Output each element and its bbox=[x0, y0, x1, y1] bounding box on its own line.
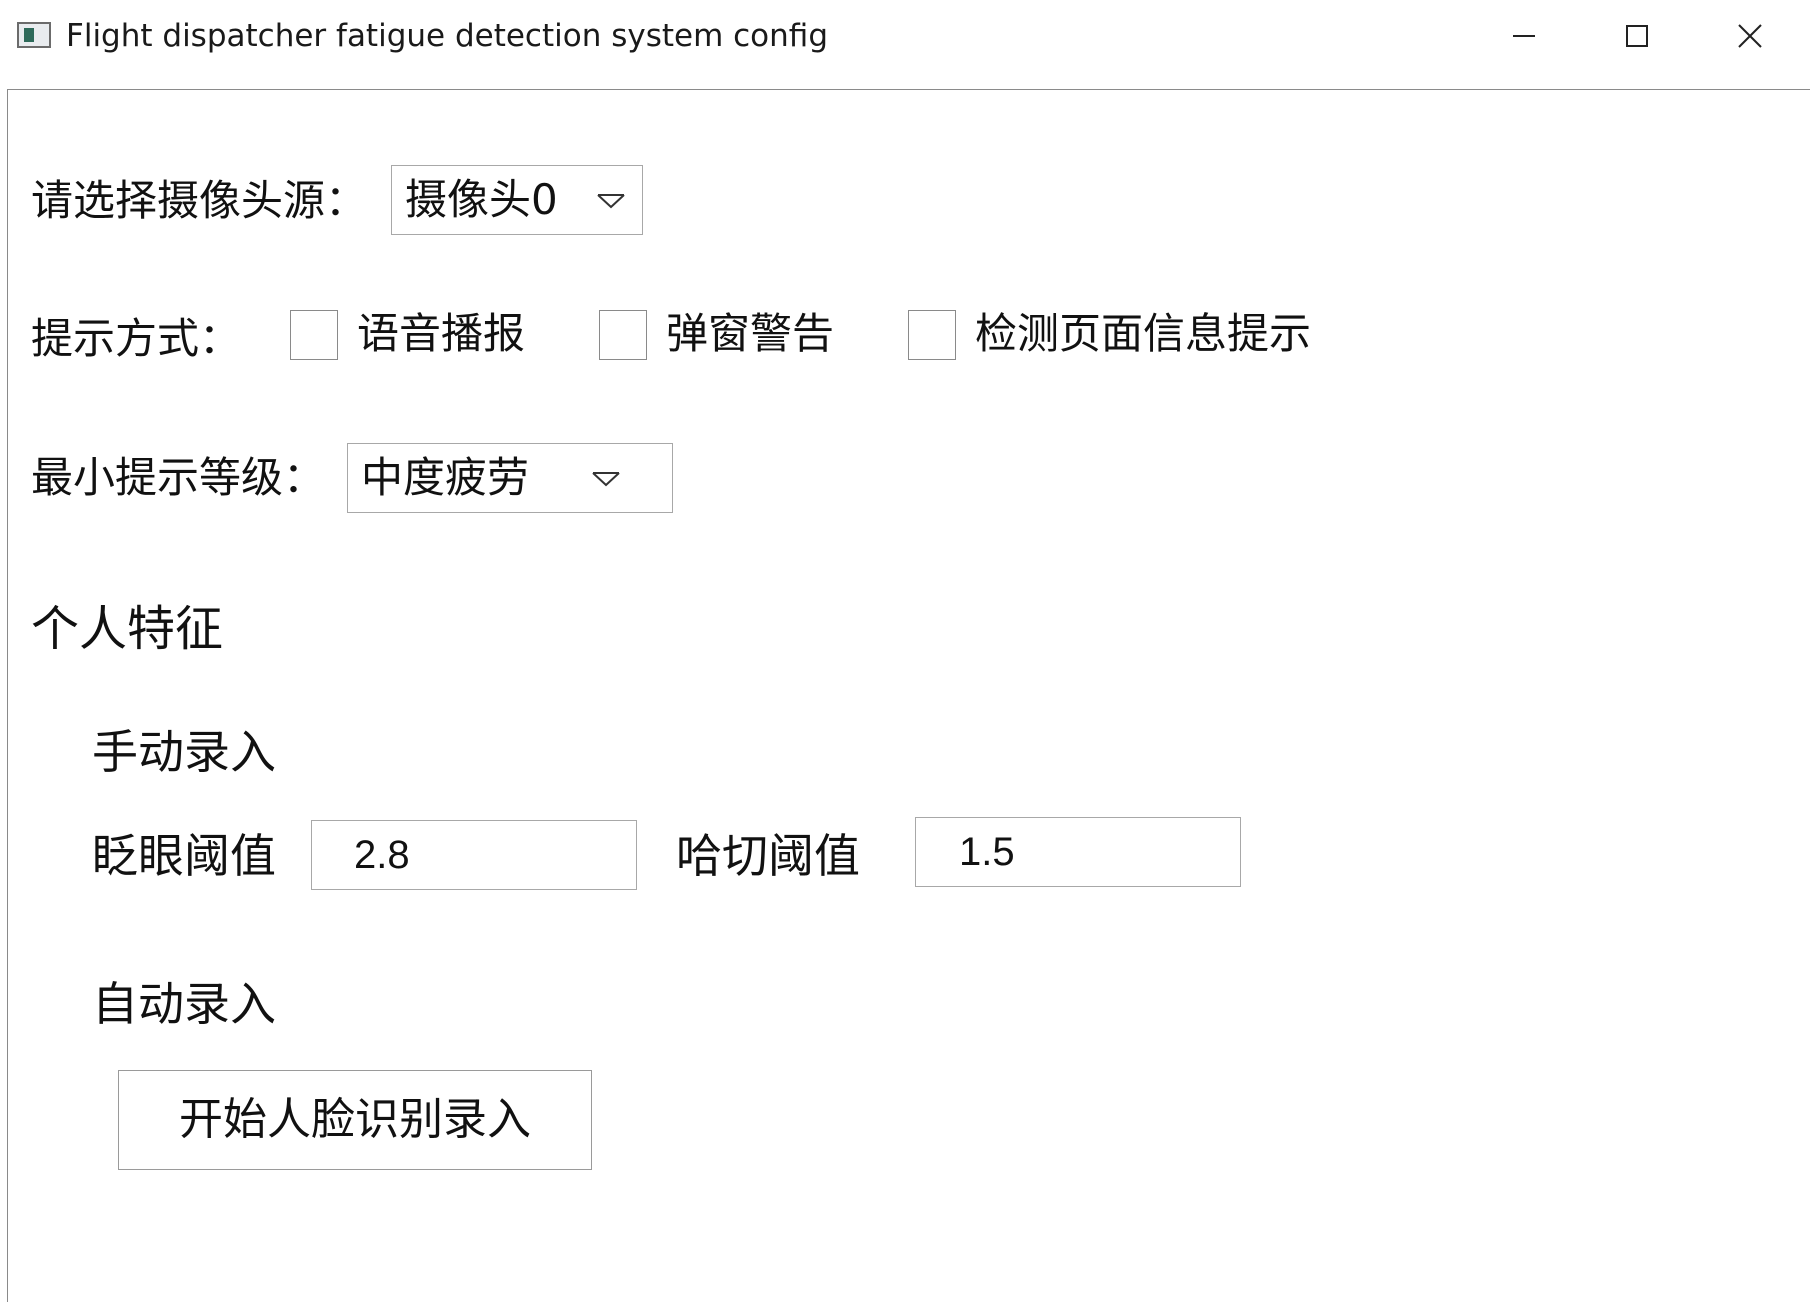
close-icon bbox=[1738, 24, 1762, 48]
min-alert-level-value: 中度疲劳 bbox=[361, 453, 530, 502]
page-info-hint-checkbox[interactable] bbox=[908, 310, 956, 360]
min-alert-level-select[interactable]: 中度疲劳 bbox=[347, 443, 673, 513]
camera-source-label: 请选择摄像头源： bbox=[31, 176, 368, 225]
minimize-button[interactable] bbox=[1468, 0, 1580, 72]
camera-source-value: 摄像头0 bbox=[405, 175, 558, 224]
window-title: Flight dispatcher fatigue detection syst… bbox=[66, 18, 828, 54]
yawn-threshold-input[interactable] bbox=[916, 818, 1240, 886]
popup-warning-label[interactable]: 弹窗警告 bbox=[666, 310, 834, 358]
manual-entry-heading: 手动录入 bbox=[92, 725, 276, 779]
close-button[interactable] bbox=[1694, 0, 1806, 72]
chevron-down-icon bbox=[597, 194, 625, 209]
chevron-down-icon bbox=[592, 472, 620, 487]
yawn-threshold-label: 哈切阈值 bbox=[676, 829, 860, 883]
page-info-hint-label[interactable]: 检测页面信息提示 bbox=[975, 310, 1311, 358]
voice-broadcast-checkbox[interactable] bbox=[290, 310, 338, 360]
camera-source-select[interactable]: 摄像头0 bbox=[391, 165, 643, 235]
personal-features-heading: 个人特征 bbox=[31, 601, 224, 657]
voice-broadcast-label[interactable]: 语音播报 bbox=[357, 310, 525, 358]
popup-warning-checkbox[interactable] bbox=[599, 310, 647, 360]
minimize-icon bbox=[1513, 35, 1535, 37]
notify-method-label: 提示方式： bbox=[31, 314, 242, 363]
blink-threshold-label: 眨眼阈值 bbox=[92, 829, 276, 883]
blink-threshold-input[interactable] bbox=[312, 821, 636, 889]
auto-entry-heading: 自动录入 bbox=[92, 977, 276, 1031]
blink-threshold-field[interactable] bbox=[311, 820, 637, 890]
maximize-button[interactable] bbox=[1581, 0, 1693, 72]
start-face-recognition-button[interactable]: 开始人脸识别录入 bbox=[118, 1070, 592, 1170]
title-bar: Flight dispatcher fatigue detection syst… bbox=[0, 0, 1811, 90]
min-alert-level-label: 最小提示等级： bbox=[31, 453, 326, 502]
app-window-icon bbox=[17, 22, 51, 48]
maximize-icon bbox=[1626, 25, 1648, 47]
yawn-threshold-field[interactable] bbox=[915, 817, 1241, 887]
